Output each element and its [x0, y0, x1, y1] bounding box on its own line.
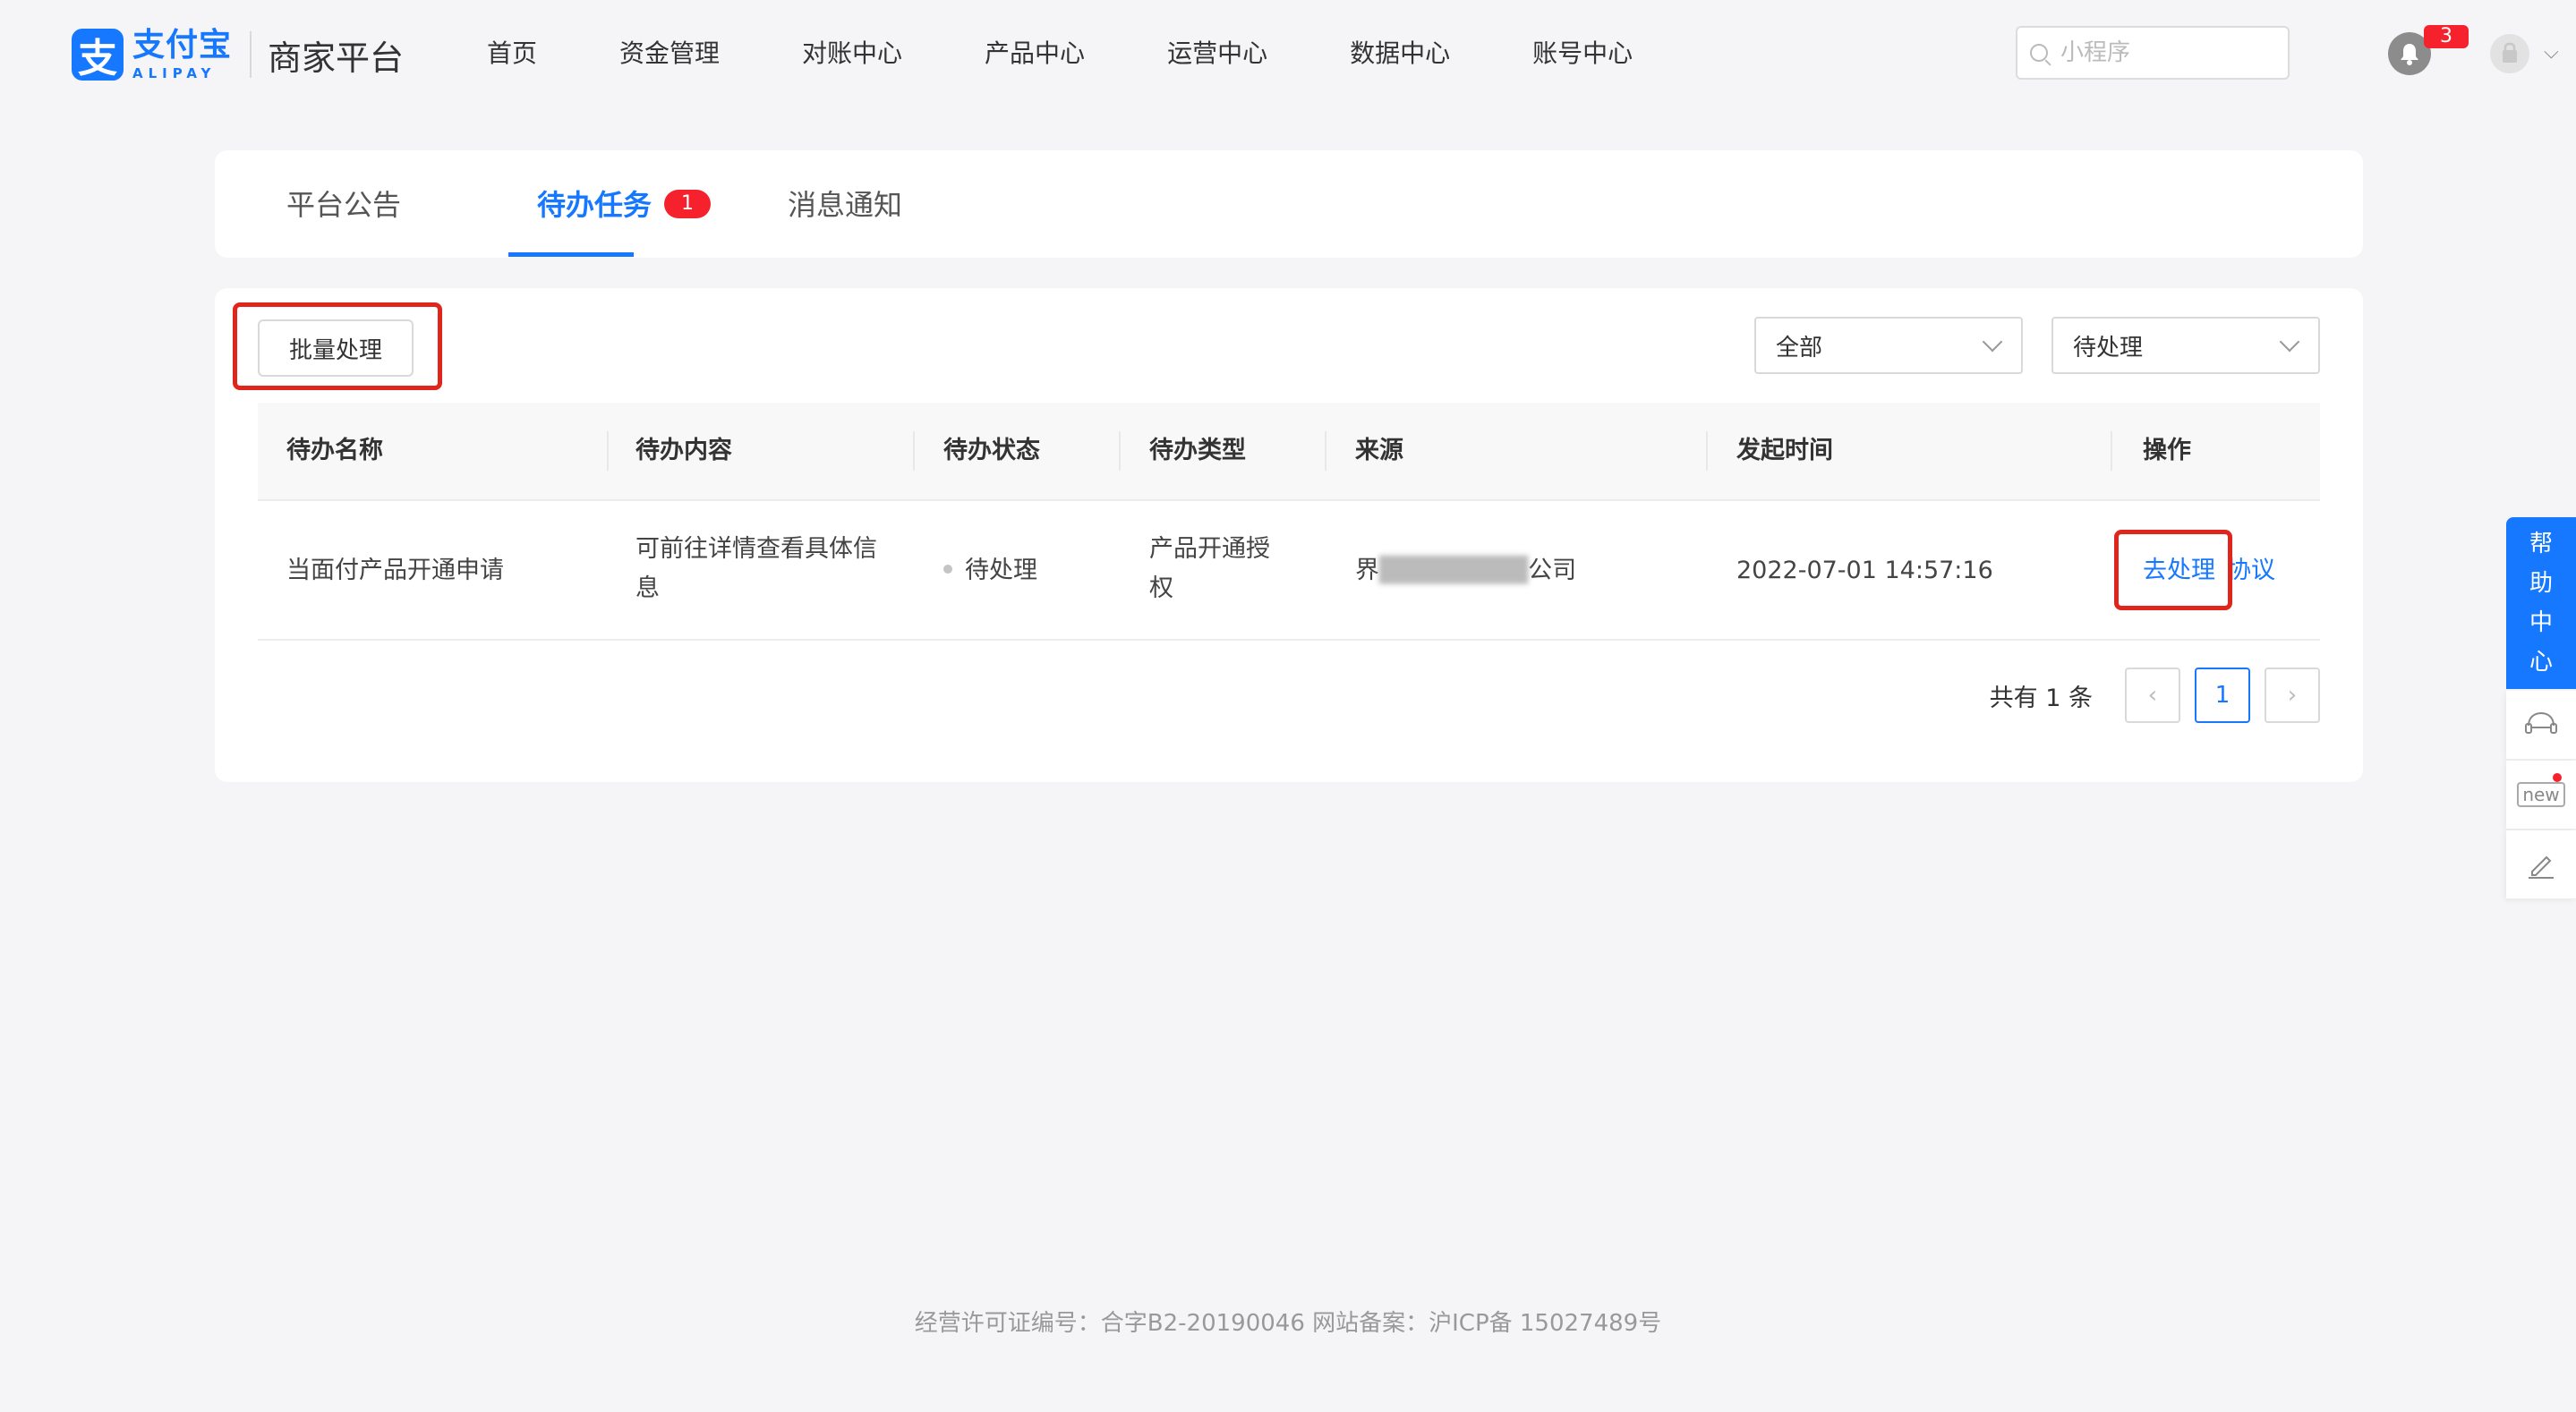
nav-item-products[interactable]: 产品中心 [985, 34, 1085, 73]
column-divider [1325, 431, 1326, 471]
batch-process-button[interactable]: 批量处理 [258, 319, 414, 377]
column-header-time: 发起时间 [1736, 437, 1833, 464]
next-page-button[interactable]: › [2265, 668, 2320, 723]
todo-count-badge: 1 [664, 190, 712, 218]
footer-license: 经营许可证编号：合字B2-20190046 网站备案：沪ICP备 1502748… [914, 1310, 1662, 1337]
tab-todo-label: 待办任务 [537, 188, 653, 222]
alipay-logo-icon: 支 [72, 29, 124, 81]
task-name: 当面付产品开通申请 [286, 557, 504, 584]
search-box[interactable] [2016, 26, 2290, 80]
tab-platform-announcements[interactable]: 平台公告 [286, 150, 401, 258]
search-icon [2030, 44, 2048, 62]
chevron-down-icon[interactable]: ⌵ [2544, 41, 2559, 64]
alipay-logo[interactable]: 支 支付宝 ALIPAY 商家平台 [72, 27, 404, 82]
search-input[interactable] [2059, 38, 2277, 67]
task-content: 可前往详情查看具体信 息 [635, 535, 877, 602]
column-header-actions: 操作 [2143, 437, 2191, 464]
brand-name-en: ALIPAY [132, 64, 217, 81]
prev-page-button[interactable]: ‹ [2125, 668, 2180, 723]
process-task-link[interactable]: 去处理 [2143, 551, 2215, 591]
column-header-type: 待办类型 [1149, 437, 1246, 464]
pencil-icon [2529, 855, 2554, 879]
platform-title: 商家平台 [268, 38, 405, 78]
avatar[interactable] [2490, 34, 2529, 73]
column-header-name: 待办名称 [286, 437, 383, 464]
task-type: 产品开通授 权 [1149, 535, 1270, 602]
nav-item-operations[interactable]: 运营中心 [1167, 34, 1267, 73]
main-nav: 首页 资金管理 对账中心 产品中心 运营中心 数据中心 账号中心 [487, 34, 1715, 73]
column-header-content: 待办内容 [635, 437, 732, 464]
tab-message-notifications[interactable]: 消息通知 [788, 150, 902, 258]
pagination-total: 共有 1 条 [1989, 684, 2093, 712]
whats-new-button[interactable]: new [2506, 761, 2576, 829]
column-header-source: 来源 [1355, 437, 1403, 464]
page-number-button[interactable]: 1 [2195, 668, 2250, 723]
nav-item-data[interactable]: 数据中心 [1350, 34, 1450, 73]
nav-item-funds[interactable]: 资金管理 [619, 34, 720, 73]
redacted-text: ████████ [1379, 557, 1529, 584]
new-badge-icon: new [2517, 782, 2565, 807]
new-dot [2553, 773, 2562, 782]
column-divider [2111, 431, 2112, 471]
brand-name-cn: 支付宝 [132, 26, 233, 64]
help-center-button[interactable]: 帮 助 中 心 [2506, 517, 2576, 689]
chevron-down-icon [1982, 331, 2003, 353]
tabs-card: 平台公告 待办任务 1 消息通知 [215, 150, 2363, 258]
column-divider [1119, 431, 1121, 471]
feedback-button[interactable] [2506, 830, 2576, 899]
column-header-status: 待办状态 [943, 437, 1040, 464]
active-tab-indicator [508, 252, 634, 257]
agreement-link[interactable]: 协议 [2227, 551, 2275, 591]
tab-todo-tasks[interactable]: 待办任务 1 [537, 150, 712, 258]
chevron-right-icon: › [2287, 682, 2298, 709]
nav-item-account[interactable]: 账号中心 [1532, 34, 1633, 73]
table-header: 待办名称 待办内容 待办状态 待办类型 来源 发起时间 操作 [258, 403, 2320, 501]
status-filter-value: 待处理 [2073, 334, 2144, 362]
task-created-time: 2022-07-01 14:57:16 [1736, 557, 1993, 584]
logo-divider [250, 31, 252, 78]
notification-count-badge: 3 [2424, 25, 2469, 48]
todo-task-panel: 批量处理 全部 待处理 待办名称 待办内容 待办状态 待办类型 来源 发起时间 … [215, 288, 2363, 782]
nav-item-reconciliation[interactable]: 对账中心 [802, 34, 902, 73]
table-row: 当面付产品开通申请 可前往详情查看具体信 息 待处理 产品开通授 权 界████… [258, 501, 2320, 641]
pagination: 共有 1 条 ‹ 1 › [1990, 668, 2320, 723]
task-status: 待处理 [943, 551, 1037, 591]
column-divider [607, 431, 609, 471]
top-header: 支 支付宝 ALIPAY 商家平台 首页 资金管理 对账中心 产品中心 运营中心… [0, 0, 2576, 107]
scope-filter-value: 全部 [1776, 334, 1823, 362]
headset-icon [2525, 711, 2557, 734]
nav-item-home[interactable]: 首页 [487, 34, 537, 73]
status-dot-icon [943, 564, 952, 574]
task-source: 界████████公司 [1355, 557, 1577, 584]
column-divider [913, 431, 915, 471]
column-divider [1706, 431, 1708, 471]
status-filter-select[interactable]: 待处理 [2051, 317, 2320, 374]
customer-service-button[interactable] [2506, 691, 2576, 760]
scope-filter-select[interactable]: 全部 [1754, 317, 2023, 374]
chevron-down-icon [2279, 331, 2300, 353]
chevron-left-icon: ‹ [2147, 682, 2158, 709]
